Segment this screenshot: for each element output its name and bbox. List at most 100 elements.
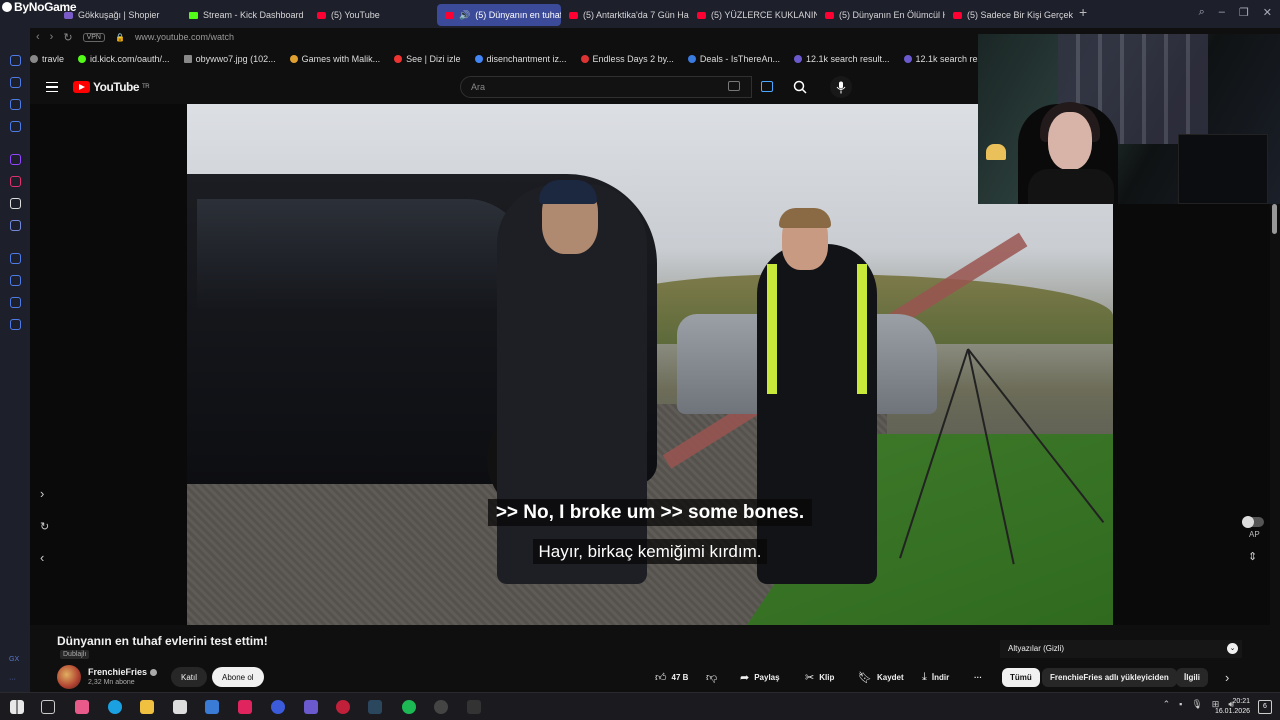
tab-antarktika[interactable]: (5) Antarktika'da 7 Gün Ha bbox=[561, 4, 689, 26]
vpn-badge[interactable]: VPN bbox=[82, 32, 105, 42]
sidebar-tv-icon[interactable] bbox=[10, 121, 21, 132]
steam-icon[interactable] bbox=[368, 700, 382, 714]
save-button[interactable]: 🔖︎ Kaydet bbox=[858, 667, 904, 687]
sidebar-cube-icon[interactable] bbox=[10, 297, 21, 308]
mail-icon[interactable] bbox=[205, 700, 219, 714]
translate-icon[interactable] bbox=[761, 81, 773, 92]
tab-active-video[interactable]: 🔊 (5) Dünyanın en tuhaf bbox=[437, 4, 561, 26]
bookmark-games[interactable]: Games with Malik... bbox=[289, 54, 380, 64]
sidebar-refresh-icon[interactable] bbox=[10, 55, 21, 66]
maximize-icon[interactable]: ❐ bbox=[1239, 6, 1249, 19]
x-icon[interactable] bbox=[10, 198, 21, 209]
spotify-icon[interactable] bbox=[402, 700, 416, 714]
search-tabs-icon[interactable]: ⌕ bbox=[1199, 6, 1205, 19]
bookmark-kick-oauth[interactable]: id.kick.com/oauth/... bbox=[78, 54, 170, 64]
download-button[interactable]: ⤓ İndir bbox=[922, 667, 949, 687]
page-scrollbar[interactable] bbox=[1272, 204, 1277, 234]
bookmark-travle[interactable]: travle bbox=[30, 54, 64, 64]
edge-icon[interactable] bbox=[108, 700, 122, 714]
new-tab-button[interactable]: + bbox=[1073, 4, 1093, 26]
search-input[interactable]: Ara bbox=[460, 76, 752, 98]
like-button[interactable]: 👍︎ 47 B bbox=[655, 667, 688, 687]
file-icon bbox=[183, 55, 192, 63]
app-v-icon[interactable] bbox=[238, 700, 252, 714]
subscriber-count: 2,32 Mn abone bbox=[88, 679, 135, 686]
opera-gx-icon[interactable] bbox=[336, 700, 350, 714]
sidebar-controller-icon[interactable] bbox=[10, 99, 21, 110]
keyboard-icon[interactable] bbox=[728, 81, 740, 91]
obs-icon[interactable] bbox=[434, 700, 448, 714]
bookmark-dizi[interactable]: See | Dizi izle bbox=[394, 54, 461, 64]
bookmark-search-1[interactable]: 12.1k search result... bbox=[793, 54, 890, 64]
reload-icon[interactable]: ↻ bbox=[63, 31, 72, 44]
verified-icon bbox=[150, 669, 158, 677]
youtube-icon bbox=[569, 11, 578, 19]
bookmark-deals[interactable]: Deals - IsThereAn... bbox=[687, 54, 780, 64]
subtitles-panel[interactable]: Altyazılar (Gizli) ⌄ bbox=[1000, 640, 1242, 658]
notification-icon[interactable]: 6 bbox=[1258, 700, 1272, 714]
join-button[interactable]: Katıl bbox=[171, 667, 208, 687]
hamburger-menu-icon[interactable] bbox=[46, 82, 58, 92]
chips-next-icon[interactable]: › bbox=[1225, 670, 1229, 685]
bookmark-disenchantment[interactable]: disenchantment iz... bbox=[474, 54, 567, 64]
tab-youtube[interactable]: (5) YouTube bbox=[309, 4, 437, 26]
app-blue-icon[interactable] bbox=[271, 700, 285, 714]
store-icon[interactable] bbox=[173, 700, 187, 714]
epic-games-icon[interactable] bbox=[467, 700, 481, 714]
chevron-left-icon[interactable]: ‹ bbox=[40, 550, 44, 565]
sidebar-store-icon[interactable] bbox=[10, 77, 21, 88]
youtube-logo[interactable]: YouTube TR bbox=[73, 80, 150, 94]
back-icon[interactable]: ‹ bbox=[36, 31, 40, 43]
more-icon[interactable]: ··· bbox=[9, 676, 16, 683]
twitch-icon[interactable] bbox=[10, 154, 21, 165]
tab-label: Gökkuşağı | Shopier bbox=[78, 10, 160, 20]
sidebar-player-icon[interactable] bbox=[10, 253, 21, 264]
copilot-icon[interactable] bbox=[75, 700, 89, 714]
instagram-icon[interactable] bbox=[10, 176, 21, 187]
replay-icon[interactable]: ↻ bbox=[40, 520, 49, 533]
dislike-button[interactable]: 👎︎ bbox=[706, 667, 717, 687]
tab-olumcul[interactable]: (5) Dünyanın En Ölümcül H bbox=[817, 4, 945, 26]
app-diamond-icon[interactable] bbox=[304, 700, 318, 714]
url-field[interactable]: www.youtube.com/watch bbox=[135, 32, 234, 42]
start-icon[interactable] bbox=[10, 700, 24, 714]
microphone-tray-icon[interactable]: 🎙︎ bbox=[1191, 699, 1202, 710]
settings-icon[interactable] bbox=[10, 319, 21, 330]
search-button[interactable] bbox=[788, 76, 812, 98]
clip-button[interactable]: ✂ Klip bbox=[805, 667, 834, 687]
chevron-down-icon[interactable]: ⌄ bbox=[1227, 643, 1238, 654]
tray-app-icon[interactable]: ▪ bbox=[1179, 699, 1182, 710]
channel-name[interactable]: FrenchieFries bbox=[88, 667, 158, 677]
chevron-right-icon[interactable]: › bbox=[40, 486, 44, 501]
subscribe-button[interactable]: Abone ol bbox=[212, 667, 264, 687]
more-actions-button[interactable]: ··· bbox=[974, 667, 982, 687]
minimize-icon[interactable]: – bbox=[1219, 6, 1225, 19]
tab-shopier[interactable]: Gökkuşağı | Shopier bbox=[56, 4, 181, 26]
history-icon[interactable] bbox=[10, 275, 21, 286]
tray-expand-icon[interactable]: ⌃ bbox=[1163, 699, 1171, 710]
discord-icon[interactable] bbox=[10, 220, 21, 231]
tab-sadece-bir-kisi[interactable]: (5) Sadece Bir Kişi Gerçek bbox=[945, 4, 1073, 26]
autoplay-toggle[interactable] bbox=[1242, 516, 1264, 528]
chip-uploader[interactable]: FrenchieFries adlı yükleyiciden bbox=[1042, 668, 1177, 687]
close-icon[interactable]: ✕ bbox=[1263, 6, 1272, 19]
bookmark-image[interactable]: obywwo7.jpg (102... bbox=[183, 54, 276, 64]
tab-kick-dashboard[interactable]: Stream - Kick Dashboard bbox=[181, 4, 309, 26]
system-clock[interactable]: 20:21 16.01.2026 bbox=[1215, 697, 1250, 717]
expand-icon[interactable]: ⇕ bbox=[1248, 550, 1257, 563]
speaker-icon[interactable]: 🔊 bbox=[459, 10, 470, 21]
youtube-icon bbox=[825, 11, 834, 19]
bookmark-label: obywwo7.jpg (102... bbox=[195, 54, 276, 64]
tab-kuklanin[interactable]: (5) YÜZLERCE KUKLANIN bbox=[689, 4, 817, 26]
chip-related[interactable]: İlgili bbox=[1176, 668, 1208, 687]
chip-all[interactable]: Tümü bbox=[1002, 668, 1040, 687]
bookmark-search-2[interactable]: 12.1k search result... bbox=[903, 54, 978, 64]
bookmark-endless-days[interactable]: Endless Days 2 by... bbox=[580, 54, 674, 64]
share-button[interactable]: ➦ Paylaş bbox=[740, 667, 780, 687]
voice-search-button[interactable] bbox=[830, 76, 852, 98]
task-view-icon[interactable] bbox=[41, 700, 55, 714]
channel-avatar[interactable] bbox=[57, 665, 81, 689]
forward-icon[interactable]: › bbox=[50, 31, 54, 43]
file-explorer-icon[interactable] bbox=[140, 700, 154, 714]
bookmark-label: travle bbox=[42, 54, 65, 64]
